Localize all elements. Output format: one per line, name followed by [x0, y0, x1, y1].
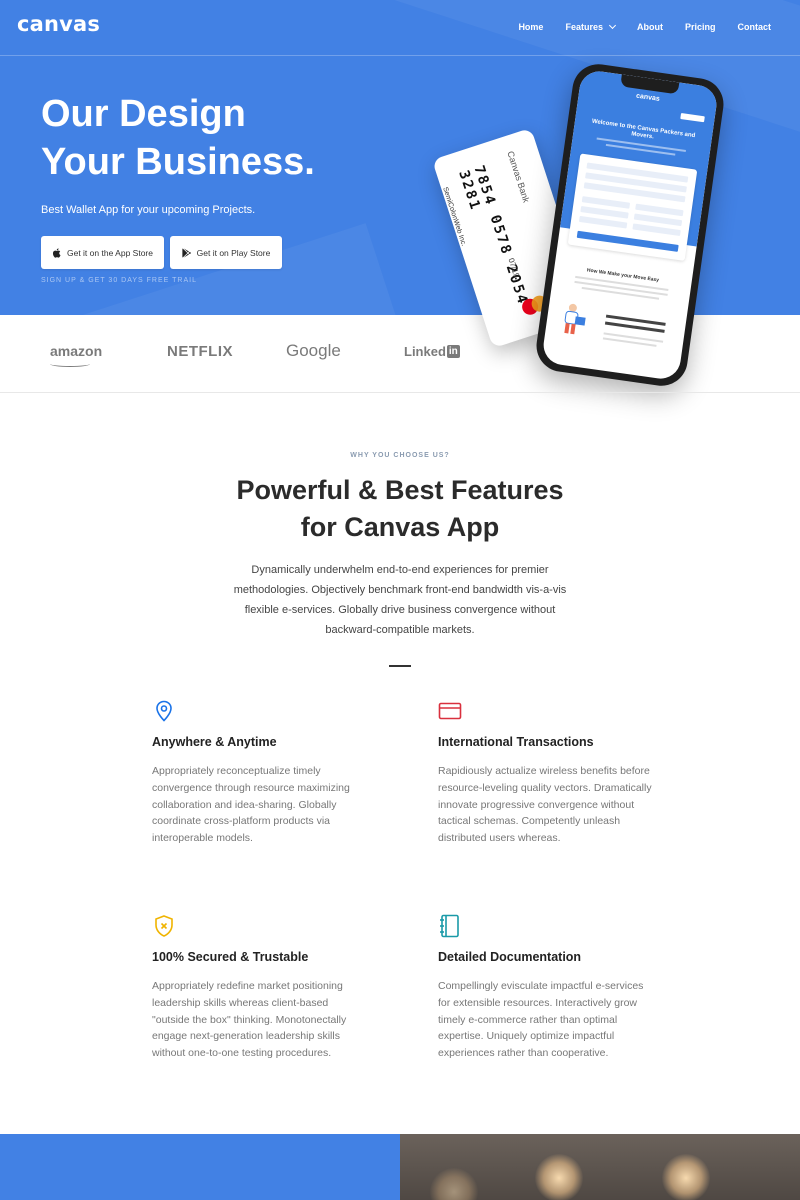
nav-features[interactable]: Features	[565, 21, 617, 32]
google-logo: Google	[286, 341, 341, 360]
linkedin-logo: Linked in	[404, 344, 460, 359]
netflix-logo: NETFLIX	[167, 343, 233, 360]
play-store-button[interactable]: Get it on Play Store	[170, 236, 282, 269]
bottom-blue-panel	[0, 1134, 400, 1200]
hero-title-line1: Our Design	[41, 93, 246, 135]
app-store-label: Get it on the App Store	[66, 247, 153, 258]
nav-home-label: Home	[518, 22, 544, 32]
bokeh-light	[430, 1168, 478, 1200]
features-title-line2: for Canvas App	[300, 512, 500, 542]
feature-text: Appropriately redefine market positionin…	[152, 980, 347, 1060]
bottom-photo-panel	[400, 1134, 800, 1200]
phone-contact-button	[576, 230, 679, 252]
nav-contact[interactable]: Contact	[738, 22, 772, 32]
hero-subtitle: Best Wallet App for your upcoming Projec…	[41, 204, 256, 216]
shield-icon	[155, 915, 173, 937]
features-title-line1: Powerful & Best Features	[236, 475, 564, 505]
features-title: Powerful & Best Features for Canvas App	[0, 472, 800, 546]
feature-title: 100% Secured & Trustable	[152, 950, 309, 964]
card-bank-name: Canvas Bank	[505, 149, 532, 204]
amazon-smile-icon	[50, 361, 90, 367]
amazon-logo: amazon	[50, 343, 103, 359]
feature-text: Appropriately reconceptualize timely con…	[152, 765, 350, 845]
hero-title-line2: Your Business.	[41, 141, 315, 183]
phone-form-field	[632, 223, 681, 237]
bokeh-light	[535, 1154, 583, 1200]
features-description: Dynamically underwhelm end-to-end experi…	[233, 564, 567, 636]
site-logo[interactable]: canvas	[17, 12, 100, 36]
feature-title: International Transactions	[438, 735, 594, 749]
play-store-label: Get it on Play Store	[196, 247, 271, 258]
linkedin-in-icon: in	[446, 345, 460, 358]
nav-about[interactable]: About	[637, 22, 663, 32]
nav-about-label: About	[636, 22, 663, 32]
nav-pricing-label: Pricing	[684, 22, 716, 32]
feature-text: Rapidiously actualize wireless benefits …	[438, 765, 652, 845]
app-store-button[interactable]: Get it on the App Store	[41, 236, 164, 269]
credit-card-icon	[438, 702, 462, 720]
nav-contact-label: Contact	[737, 22, 772, 32]
chevron-down-icon	[608, 21, 617, 30]
location-pin-icon	[156, 700, 172, 722]
bokeh-light	[662, 1154, 710, 1200]
trial-note: SIGN UP & GET 30 DAYS FREE TRAIL	[41, 277, 197, 284]
main-menu: Home Features About Pricing Contact	[496, 21, 772, 32]
section-divider	[389, 665, 411, 667]
nav-pricing[interactable]: Pricing	[685, 22, 716, 32]
apple-icon	[52, 247, 61, 258]
feature-text: Compellingly evisculate impactful e-serv…	[438, 980, 644, 1060]
nav-home[interactable]: Home	[518, 22, 543, 32]
feature-title: Anywhere & Anytime	[152, 735, 277, 749]
feature-title: Detailed Documentation	[438, 950, 582, 964]
features-eyebrow: WHY YOU CHOOSE US?	[350, 452, 450, 459]
linkedin-logo-text: Linked	[404, 344, 446, 359]
top-navigation: canvas Home Features About Pricing Conta…	[0, 0, 800, 56]
hero-title: Our Design Your Business.	[41, 90, 401, 186]
nav-features-label: Features	[565, 22, 603, 32]
phone-form	[567, 153, 698, 261]
play-store-icon	[182, 247, 191, 258]
phone-form-field	[578, 215, 628, 229]
notebook-icon	[440, 914, 459, 938]
client-logos: amazon NETFLIX Google Linked in	[0, 315, 800, 393]
